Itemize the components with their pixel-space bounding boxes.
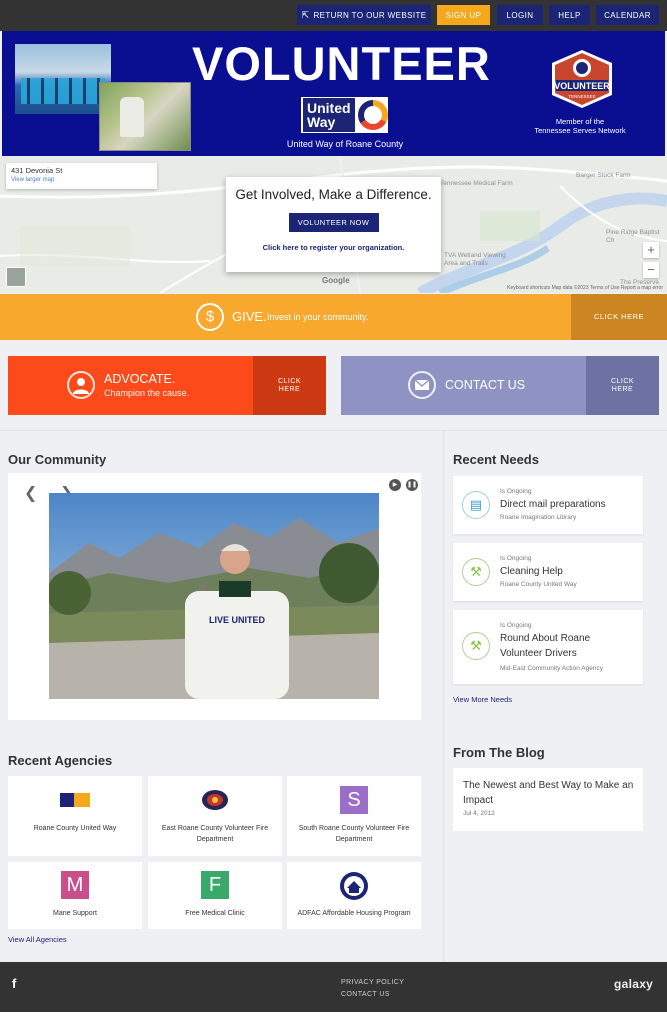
svg-text:LIVE UNITED: LIVE UNITED <box>209 615 266 625</box>
give-click-here-button[interactable]: CLICK HERE <box>571 294 667 340</box>
agency-card[interactable]: East Roane County Volunteer Fire Departm… <box>148 776 282 856</box>
our-community-heading: Our Community <box>8 452 107 467</box>
need-card[interactable]: ▤ Is Ongoing Direct mail preparations Ro… <box>453 476 643 534</box>
group-photo <box>15 44 111 114</box>
envelope-icon <box>408 371 436 399</box>
need-title: Direct mail preparations <box>500 499 606 510</box>
street-view-icon[interactable] <box>6 267 26 287</box>
agency-card[interactable]: M Mane Support <box>8 862 142 929</box>
top-nav-bar: ⇱ Return to Our Website Sign Up Login He… <box>0 0 667 31</box>
agency-card[interactable]: S South Roane County Volunteer Fire Depa… <box>287 776 421 856</box>
volunteer-now-button[interactable]: VOLUNTEER NOW <box>288 213 379 232</box>
give-label: GIVE. <box>232 309 267 324</box>
contact-us-link[interactable]: CONTACT US <box>341 991 390 998</box>
agency-name: Mane Support <box>53 910 97 917</box>
need-card[interactable]: ⚒ Is Ongoing Cleaning Help Roane County … <box>453 543 643 601</box>
need-title: Round About Roane Volunteer Drivers <box>500 633 591 659</box>
zoom-out-button[interactable]: − <box>643 262 659 278</box>
page-bottom <box>0 1012 667 1024</box>
advocate-label: ADVOCATE. <box>104 372 176 386</box>
agency-name: Roane County United Way <box>33 825 117 832</box>
play-icon[interactable]: ▶ <box>389 479 401 491</box>
svg-text:TENNESSEE: TENNESSEE <box>568 94 595 99</box>
united-way-caption: United Way of Roane County <box>286 139 404 149</box>
contact-label: CONTACT US <box>445 378 526 392</box>
give-subtitle: Invest in your community. <box>267 312 369 322</box>
contact-click-here-button[interactable]: CLICK HERE <box>586 356 659 415</box>
recent-needs-heading: Recent Needs <box>453 452 539 467</box>
person-heart-icon <box>67 371 95 399</box>
login-button[interactable]: Login <box>497 5 543 25</box>
view-more-needs-link[interactable]: View More Needs <box>453 695 512 704</box>
contact-card: CONTACT US CLICK HERE <box>341 356 659 415</box>
blog-post-card[interactable]: The Newest and Best Way to Make an Impac… <box>453 768 643 831</box>
agency-letter-icon: M <box>61 871 89 899</box>
blog-post-date: Jul 4, 2012 <box>463 810 495 817</box>
privacy-policy-link[interactable]: PRIVACY POLICY <box>341 979 404 986</box>
agency-name: East Roane County Volunteer Fire Departm… <box>161 825 269 843</box>
adfac-logo <box>339 871 369 901</box>
advocate-card: ADVOCATE. Champion the cause. CLICK HERE <box>8 356 326 415</box>
agency-letter-icon: S <box>340 786 368 814</box>
dollar-icon: $ <box>196 303 224 331</box>
volunteer-banner: VOLUNTEER United Way United Way of Roane … <box>2 31 665 156</box>
external-link-icon: ⇱ <box>301 9 310 20</box>
footer: f PRIVACY POLICY CONTACT US galaxy <box>0 962 667 1012</box>
get-involved-heading: Get Involved, Make a Difference. <box>235 187 432 202</box>
view-larger-map-link[interactable]: View larger map <box>11 177 152 183</box>
fire-dept-logo <box>201 789 229 811</box>
united-way-logo <box>60 793 90 807</box>
community-slideshow: ❮ ❯ ▶ ❚❚ LIVE UNITED <box>8 473 421 720</box>
google-logo: Google <box>322 276 350 285</box>
united-way-logo: United Way <box>300 96 389 134</box>
get-involved-box: Get Involved, Make a Difference. VOLUNTE… <box>226 177 441 272</box>
agency-name: South Roane County Volunteer Fire Depart… <box>298 825 410 843</box>
help-button[interactable]: Help <box>549 5 590 25</box>
calendar-button[interactable]: Calendar <box>596 5 659 25</box>
agency-card[interactable]: ADFAC Affordable Housing Program <box>287 862 421 929</box>
column-divider <box>443 431 444 961</box>
banner-title: VOLUNTEER <box>192 37 491 90</box>
member-caption: Member of the Tennessee Serves Network <box>534 117 626 135</box>
register-organization-link[interactable]: Click here to register your organization… <box>226 243 441 252</box>
facebook-icon[interactable]: f <box>12 976 16 991</box>
pause-icon[interactable]: ❚❚ <box>406 479 418 491</box>
sign-up-button[interactable]: Sign Up <box>437 5 490 25</box>
volunteer-tennessee-badge: VOLUNTEER TENNESSEE <box>552 50 612 108</box>
chevron-left-icon[interactable]: ❮ <box>24 483 37 503</box>
agency-card[interactable]: Roane County United Way <box>8 776 142 856</box>
view-all-agencies-link[interactable]: View All Agencies <box>8 935 67 944</box>
agency-name: ADFAC Affordable Housing Program <box>297 910 411 917</box>
need-card[interactable]: ⚒ Is Ongoing Round About Roane Volunteer… <box>453 610 643 684</box>
zoom-in-button[interactable]: + <box>643 242 659 258</box>
recent-agencies-heading: Recent Agencies <box>8 753 113 768</box>
blog-post-title: The Newest and Best Way to Make an Impac… <box>463 780 634 806</box>
united-way-hand-icon <box>358 100 388 130</box>
advocate-click-here-button[interactable]: CLICK HERE <box>253 356 326 415</box>
advocate-subtitle: Champion the cause. <box>104 388 190 398</box>
return-to-website-button[interactable]: ⇱ Return to Our Website <box>297 5 431 25</box>
section-divider <box>0 430 667 431</box>
galaxy-logo: galaxy <box>614 977 654 991</box>
agency-card[interactable]: F Free Medical Clinic <box>148 862 282 929</box>
map-footer: Keyboard shortcuts Map data ©2023 Terms … <box>507 285 663 291</box>
agency-letter-icon: F <box>201 871 229 899</box>
agency-name: Free Medical Clinic <box>185 910 245 917</box>
from-the-blog-heading: From The Blog <box>453 745 545 760</box>
map-address-box: 431 Devonia St View larger map <box>6 163 157 189</box>
give-band: $ GIVE. Invest in your community. CLICK … <box>0 294 667 340</box>
community-photo: LIVE UNITED <box>49 493 379 699</box>
volunteer-photo <box>99 82 191 151</box>
svg-text:VOLUNTEER: VOLUNTEER <box>554 81 610 91</box>
hammer-icon: ⚒ <box>462 558 490 586</box>
hammer-icon: ⚒ <box>462 632 490 660</box>
clipboard-icon: ▤ <box>462 491 490 519</box>
need-title: Cleaning Help <box>500 566 563 577</box>
